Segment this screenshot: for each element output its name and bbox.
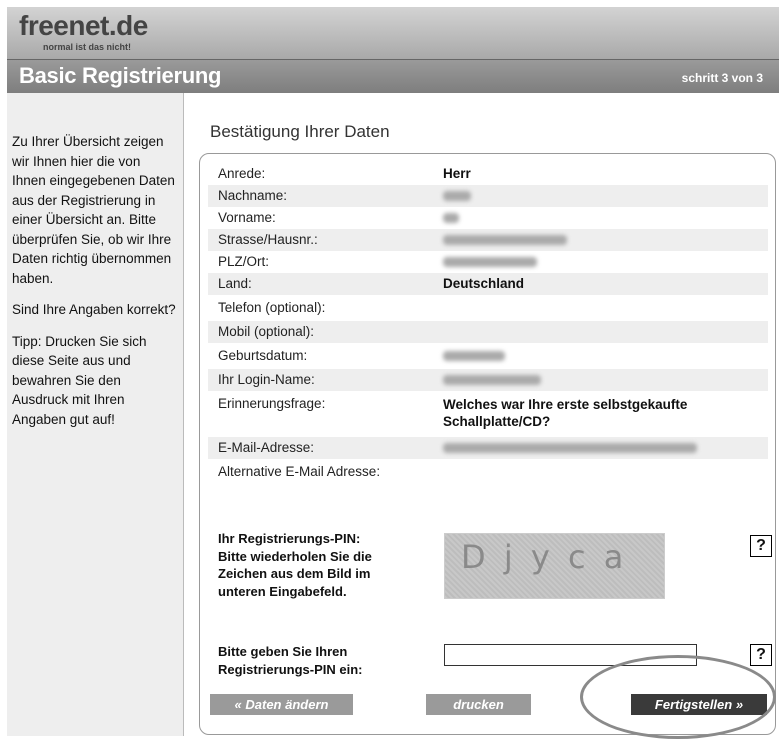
field-value: Welches war Ihre erste selbstgekaufte Sc… bbox=[443, 396, 687, 430]
field-label: Nachname: bbox=[218, 188, 288, 203]
pin-instruction-line: Zeichen aus dem Bild im bbox=[218, 566, 371, 581]
pin-input-label-line: Bitte geben Sie Ihren bbox=[218, 644, 348, 659]
row-erinnerungsfrage: Erinnerungsfrage: Welches war Ihre erste… bbox=[208, 393, 768, 433]
field-label: Erinnerungsfrage: bbox=[218, 396, 326, 411]
question-line-1: Welches war Ihre erste selbstgekaufte bbox=[443, 397, 688, 412]
row-plz-ort: PLZ/Ort: bbox=[208, 251, 768, 273]
row-alt-email: Alternative E-Mail Adresse: bbox=[208, 461, 768, 483]
page-title: Basic Registrierung bbox=[19, 63, 222, 88]
captcha-image: D j y c a bbox=[444, 533, 665, 599]
sidebar-help-text: Zu Ihrer Übersicht zeigen wir Ihnen hier… bbox=[12, 132, 177, 441]
row-geburtsdatum: Geburtsdatum: bbox=[208, 345, 768, 367]
pin-instruction: Ihr Registrierungs-PIN: Bitte wiederhole… bbox=[218, 530, 372, 600]
pin-help-button[interactable]: ? bbox=[750, 535, 772, 557]
pin-instruction-line: unteren Eingabefeld. bbox=[218, 583, 347, 599]
freenet-logo[interactable]: freenet.de bbox=[19, 11, 148, 41]
redacted-value bbox=[443, 351, 505, 361]
edit-data-button[interactable]: « Daten ändern bbox=[210, 694, 353, 715]
field-label: Strasse/Hausnr.: bbox=[218, 232, 318, 247]
page-title-bar: Basic Registrierung schritt 3 von 3 bbox=[7, 59, 779, 94]
field-label: Alternative E-Mail Adresse: bbox=[218, 464, 381, 479]
redacted-value bbox=[443, 257, 537, 267]
captcha-text: D j y c a bbox=[461, 538, 628, 576]
section-title: Bestätigung Ihrer Daten bbox=[210, 122, 390, 141]
field-label: Geburtsdatum: bbox=[218, 348, 308, 363]
field-label: E-Mail-Adresse: bbox=[218, 440, 315, 455]
finish-button[interactable]: Fertigstellen » bbox=[631, 694, 767, 715]
print-button[interactable]: drucken bbox=[426, 694, 531, 715]
field-value: Herr bbox=[443, 166, 471, 181]
sidebar-question: Sind Ihre Angaben korrekt? bbox=[12, 302, 176, 317]
row-email: E-Mail-Adresse: bbox=[208, 437, 768, 459]
field-label: PLZ/Ort: bbox=[218, 254, 270, 269]
row-vorname: Vorname: bbox=[208, 207, 768, 229]
field-label: Land: bbox=[218, 276, 252, 291]
row-nachname: Nachname: bbox=[208, 185, 768, 207]
redacted-value bbox=[443, 213, 459, 223]
row-telefon: Telefon (optional): bbox=[208, 297, 768, 319]
field-label: Vorname: bbox=[218, 210, 276, 225]
pin-input[interactable] bbox=[444, 644, 697, 666]
site-header: freenet.de normal ist das nicht! bbox=[7, 7, 779, 59]
pin-instruction-line: Bitte wiederholen Sie die bbox=[218, 548, 372, 564]
redacted-value bbox=[443, 191, 471, 201]
row-anrede: Anrede: Herr bbox=[208, 163, 768, 185]
field-label: Mobil (optional): bbox=[218, 324, 315, 339]
field-label: Telefon (optional): bbox=[218, 300, 326, 315]
field-label: Anrede: bbox=[218, 166, 266, 181]
pin-instruction-line: Ihr Registrierungs-PIN: bbox=[218, 531, 361, 546]
row-strasse: Strasse/Hausnr.: bbox=[208, 229, 768, 251]
pin-input-label: Bitte geben Sie Ihren Registrierungs-PIN… bbox=[218, 643, 362, 678]
field-label: Ihr Login-Name: bbox=[218, 372, 315, 387]
redacted-value bbox=[443, 235, 567, 245]
sidebar-intro: Zu Ihrer Übersicht zeigen wir Ihnen hier… bbox=[12, 134, 175, 286]
pin-input-help-button[interactable]: ? bbox=[750, 644, 772, 666]
row-login: Ihr Login-Name: bbox=[208, 369, 768, 391]
logo-tagline: normal ist das nicht! bbox=[43, 42, 132, 52]
step-indicator: schritt 3 von 3 bbox=[681, 71, 763, 85]
question-line-2: Schallplatte/CD? bbox=[443, 414, 551, 429]
row-land: Land: Deutschland bbox=[208, 273, 768, 295]
row-mobil: Mobil (optional): bbox=[208, 321, 768, 343]
redacted-value bbox=[443, 443, 697, 453]
pin-input-label-line: Registrierungs-PIN ein: bbox=[218, 661, 363, 677]
field-value: Deutschland bbox=[443, 276, 525, 291]
sidebar-tip: Tipp: Drucken Sie sich diese Seite aus u… bbox=[12, 333, 147, 427]
redacted-value bbox=[443, 375, 541, 385]
